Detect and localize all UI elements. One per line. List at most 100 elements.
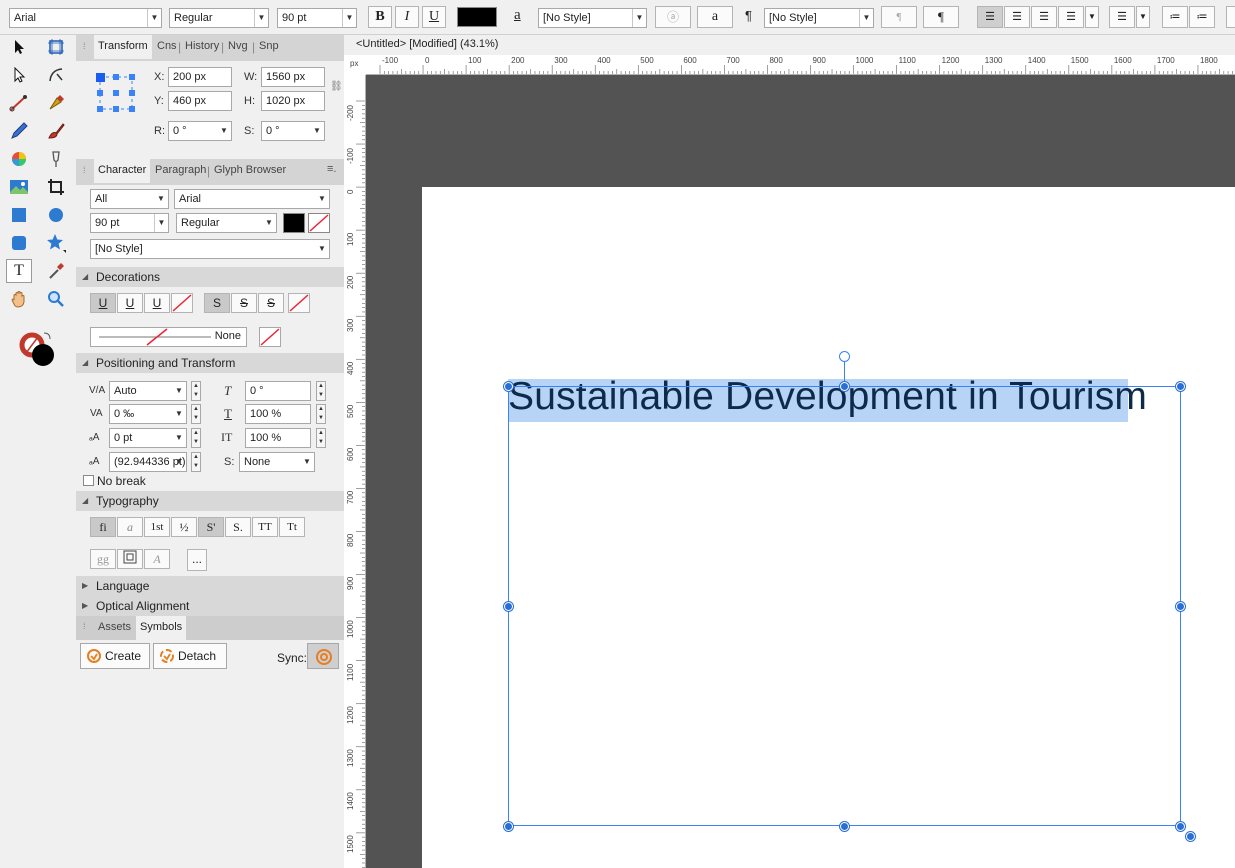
all-caps-button[interactable]: TT	[252, 517, 278, 537]
rectangle-tool-icon[interactable]	[6, 203, 32, 227]
rounded-rectangle-tool-icon[interactable]	[6, 231, 32, 255]
discretionary-ligatures-button[interactable]: a	[117, 517, 143, 537]
underline-custom-button[interactable]: U	[144, 293, 170, 313]
lock-aspect-icon[interactable]: ⛓	[330, 81, 343, 92]
pencil-tool-icon[interactable]	[6, 119, 32, 143]
handle-middle-left[interactable]	[504, 602, 513, 611]
underline-button[interactable]: U	[422, 6, 446, 28]
y-field[interactable]: 460 px	[168, 91, 232, 111]
decorations-header[interactable]: ◢ Decorations	[76, 267, 344, 287]
leading-field[interactable]: (92.944336 pt) ▼	[109, 452, 187, 472]
kerning-stepper[interactable]: ▲ ▼	[191, 381, 201, 401]
fractions-button[interactable]: ½	[171, 517, 197, 537]
node-tool-icon[interactable]	[6, 63, 32, 87]
char-format-icon[interactable]: a	[514, 7, 521, 24]
anchor-selector[interactable]	[96, 73, 136, 113]
char-weight-dropdown[interactable]: Regular ▼	[176, 213, 277, 233]
tab-symbols[interactable]: Symbols	[136, 616, 187, 640]
tab-glyph-browser[interactable]: Glyph Browser	[214, 159, 286, 183]
pen-tool-icon[interactable]	[43, 91, 69, 115]
ellipse-tool-icon[interactable]	[43, 203, 69, 227]
star-tool-icon[interactable]	[43, 231, 69, 255]
optical-alignment-header[interactable]: ▶ Optical Alignment	[76, 596, 344, 616]
h-scale-stepper[interactable]: ▲ ▼	[316, 404, 326, 424]
tab-history[interactable]: History	[185, 35, 219, 59]
handle-bottom-center[interactable]	[840, 822, 849, 831]
leading-stepper[interactable]: ▲ ▼	[191, 452, 201, 472]
italic-button[interactable]: I	[395, 6, 419, 28]
handle-bottom-right[interactable]	[1176, 822, 1185, 831]
point-transform-tool-icon[interactable]	[6, 91, 32, 115]
color-picker-tool-icon[interactable]	[43, 259, 69, 283]
strikethrough-custom-button[interactable]: S	[258, 293, 284, 313]
kerning-field[interactable]: Auto ▼	[109, 381, 187, 401]
language-header[interactable]: ▶ Language	[76, 576, 344, 596]
bold-button[interactable]: B	[368, 6, 392, 28]
char-size-dropdown[interactable]: 90 pt ▼	[90, 213, 169, 233]
baseline-field[interactable]: 0 pt ▼	[109, 428, 187, 448]
contextual-alternates-button[interactable]	[117, 549, 143, 569]
underline-single-button[interactable]: U	[90, 293, 116, 313]
handle-bottom-left[interactable]	[504, 822, 513, 831]
shear-field[interactable]: 0 ° ▼	[261, 121, 325, 141]
rotation-field[interactable]: 0 ° ▼	[168, 121, 232, 141]
apply-char-style-button[interactable]: ⓐ	[655, 6, 691, 28]
text-frame-bounds[interactable]	[508, 386, 1181, 826]
transparency-tool-icon[interactable]	[43, 147, 69, 171]
new-para-style-button[interactable]: ¶	[923, 6, 959, 28]
more-typography-button[interactable]: ...	[187, 549, 207, 571]
fill-tool-icon[interactable]	[6, 147, 32, 171]
vertical-align-chevron-icon[interactable]: ▼	[1136, 6, 1150, 28]
handle-middle-right[interactable]	[1176, 602, 1185, 611]
char-style-dropdown[interactable]: [No Style] ▼	[90, 239, 330, 259]
create-symbol-button[interactable]: Create	[80, 643, 150, 669]
char-fill-swatch[interactable]	[283, 213, 305, 233]
baseline-stepper[interactable]: ▲ ▼	[191, 428, 201, 448]
decoration-color-swatch[interactable]	[259, 327, 281, 347]
character-style-dropdown[interactable]: [No Style] ▼	[538, 8, 647, 28]
ruler-unit[interactable]: px	[344, 55, 366, 75]
crop-tool-icon[interactable]	[43, 175, 69, 199]
char-highlight-swatch[interactable]	[308, 213, 330, 233]
handle-top-left[interactable]	[504, 382, 513, 391]
strikethrough-double-button[interactable]: S	[231, 293, 257, 313]
tracking-field[interactable]: 0 ‰ ▼	[109, 404, 187, 424]
small-caps-button[interactable]: Tt	[279, 517, 305, 537]
h-field[interactable]: 1020 px	[261, 91, 325, 111]
v-scale-stepper[interactable]: ▲ ▼	[316, 428, 326, 448]
bullets-button[interactable]: ≔	[1162, 6, 1188, 28]
char-font-dropdown[interactable]: Arial ▼	[174, 189, 330, 209]
tab-snapping[interactable]: Snp	[259, 35, 279, 59]
handle-top-center[interactable]	[840, 382, 849, 391]
scope-dropdown[interactable]: All ▼	[90, 189, 169, 209]
swash-button[interactable]: A	[144, 549, 170, 569]
apply-para-style-button[interactable]: ¶	[881, 6, 917, 28]
stylistic-alternates-button[interactable]: gg	[90, 549, 116, 569]
subscript-button[interactable]: S.	[225, 517, 251, 537]
move-tool-icon[interactable]	[6, 35, 32, 59]
sync-toggle[interactable]	[307, 643, 339, 669]
hand-tool-icon[interactable]	[6, 287, 32, 311]
tab-navigator[interactable]: Nvg	[228, 35, 248, 59]
tab-assets[interactable]: Assets	[98, 616, 131, 640]
text-fill-swatch[interactable]	[457, 7, 497, 27]
char-shear-field[interactable]: 0 °	[245, 381, 311, 401]
vertical-ruler[interactable]: -200 -100 0 100 200 300 400 500 600 700 800 900 1000…	[344, 75, 366, 868]
detach-symbol-button[interactable]: Detach	[153, 643, 227, 669]
h-scale-field[interactable]: 100 %	[245, 404, 311, 424]
paragraph-style-dropdown[interactable]: [No Style] ▼	[764, 8, 874, 28]
align-right-button[interactable]: ☰	[1031, 6, 1057, 28]
font-size-dropdown[interactable]: 90 pt ▼	[277, 8, 357, 28]
strikethrough-single-button[interactable]: S	[204, 293, 230, 313]
vertical-align-button[interactable]: ☰	[1109, 6, 1135, 28]
decoration-line-style[interactable]: None	[90, 327, 247, 347]
document-tab[interactable]: <Untitled> [Modified] (43.1%)	[344, 35, 1235, 55]
artboard-tool-icon[interactable]	[43, 35, 69, 59]
handle-text-flow[interactable]	[1186, 832, 1195, 841]
no-break-checkbox[interactable]	[83, 475, 94, 486]
typography-header[interactable]: ◢ Typography	[76, 491, 344, 511]
underline-double-button[interactable]: U	[117, 293, 143, 313]
underline-none-button[interactable]	[171, 293, 193, 313]
w-field[interactable]: 1560 px	[261, 67, 325, 87]
tracking-stepper[interactable]: ▲ ▼	[191, 404, 201, 424]
